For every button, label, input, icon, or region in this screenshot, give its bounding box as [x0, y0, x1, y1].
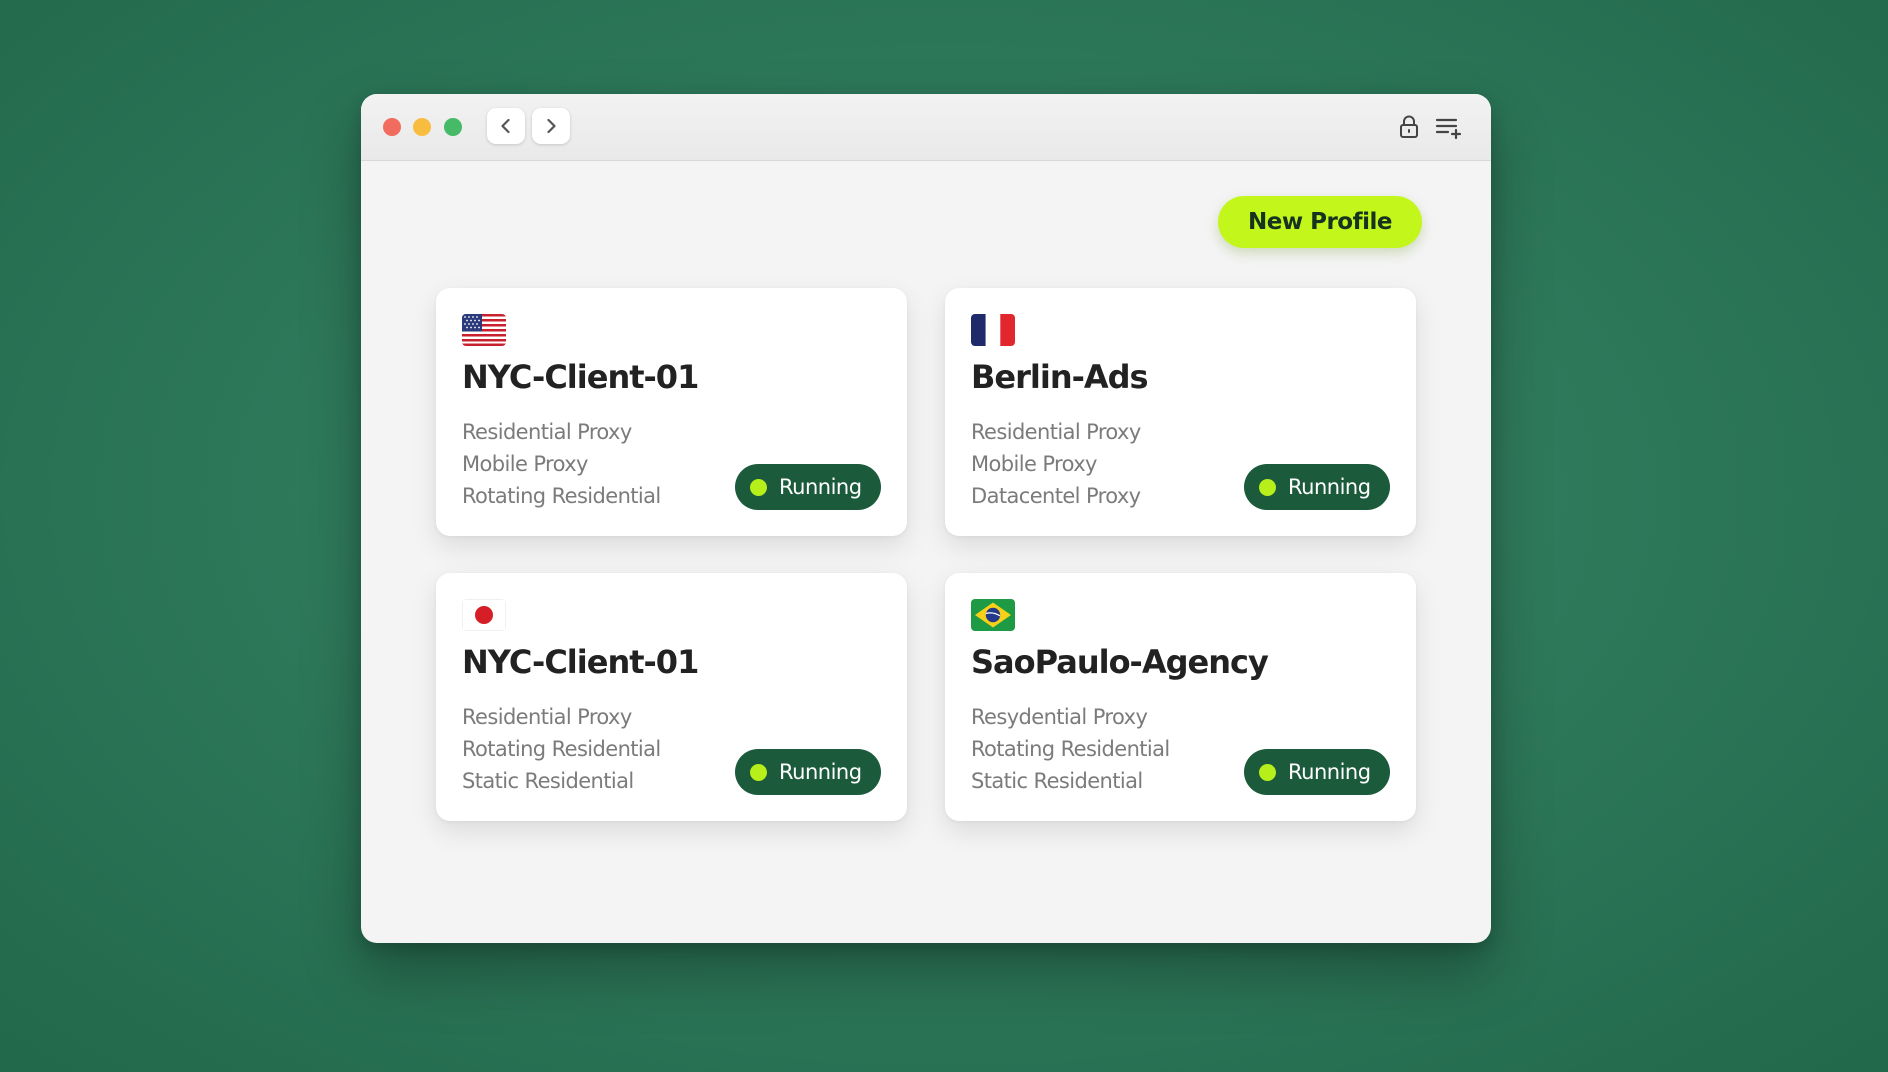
brazil-flag-icon [971, 599, 1015, 631]
profile-name: NYC-Client-01 [462, 358, 699, 396]
status-label: Running [1288, 760, 1371, 784]
status-dot-icon [1259, 763, 1276, 781]
proxy-type: Rotating Residential [462, 484, 661, 508]
proxy-type: Static Residential [462, 769, 634, 793]
proxy-type: Resydential Proxy [971, 705, 1148, 729]
app-window: New Profile NYC-Client-01 Residential Pr… [361, 94, 1491, 943]
proxy-type: Residential Proxy [462, 420, 632, 444]
status-label: Running [779, 760, 862, 784]
status-dot-icon [1259, 478, 1276, 496]
maximize-window-button[interactable] [444, 118, 462, 136]
proxy-list: Residential Proxy Mobile Proxy Rotating … [462, 416, 661, 512]
back-button[interactable] [487, 108, 525, 144]
close-window-button[interactable] [383, 118, 401, 136]
proxy-type: Rotating Residential [462, 737, 661, 761]
profile-card[interactable]: Berlin-Ads Residential Proxy Mobile Prox… [945, 288, 1416, 536]
status-dot-icon [750, 763, 767, 781]
status-badge[interactable]: Running [735, 464, 881, 510]
profile-name: SaoPaulo-Agency [971, 643, 1269, 681]
new-profile-button[interactable]: New Profile [1218, 196, 1422, 248]
japan-flag-icon [462, 599, 506, 631]
proxy-type: Static Residential [971, 769, 1143, 793]
proxy-type: Residential Proxy [462, 705, 632, 729]
status-badge[interactable]: Running [1244, 464, 1390, 510]
profile-name: NYC-Client-01 [462, 643, 699, 681]
status-label: Running [1288, 475, 1371, 499]
proxy-type: Residential Proxy [971, 420, 1141, 444]
profile-card[interactable]: NYC-Client-01 Residential Proxy Mobile P… [436, 288, 907, 536]
chevron-left-icon [501, 118, 510, 134]
status-badge[interactable]: Running [1244, 749, 1390, 795]
profile-name: Berlin-Ads [971, 358, 1149, 396]
minimize-window-button[interactable] [413, 118, 431, 136]
proxy-list: Residential Proxy Rotating Residential S… [462, 701, 661, 797]
proxy-type: Rotating Residential [971, 737, 1170, 761]
status-dot-icon [750, 478, 767, 496]
proxy-type: Mobile Proxy [971, 452, 1097, 476]
france-flag-icon [971, 314, 1015, 346]
chevron-right-icon [547, 118, 556, 134]
proxy-list: Residential Proxy Mobile Proxy Datacente… [971, 416, 1141, 512]
profile-card[interactable]: SaoPaulo-Agency Resydential Proxy Rotati… [945, 573, 1416, 821]
status-label: Running [779, 475, 862, 499]
proxy-list: Resydential Proxy Rotating Residential S… [971, 701, 1170, 797]
add-list-icon[interactable] [1434, 113, 1462, 141]
proxy-type: Datacentel Proxy [971, 484, 1141, 508]
proxy-type: Mobile Proxy [462, 452, 588, 476]
status-badge[interactable]: Running [735, 749, 881, 795]
lock-icon[interactable] [1395, 113, 1423, 141]
title-bar [361, 94, 1491, 161]
profile-card[interactable]: NYC-Client-01 Residential Proxy Rotating… [436, 573, 907, 821]
forward-button[interactable] [532, 108, 570, 144]
us-flag-icon [462, 314, 506, 346]
